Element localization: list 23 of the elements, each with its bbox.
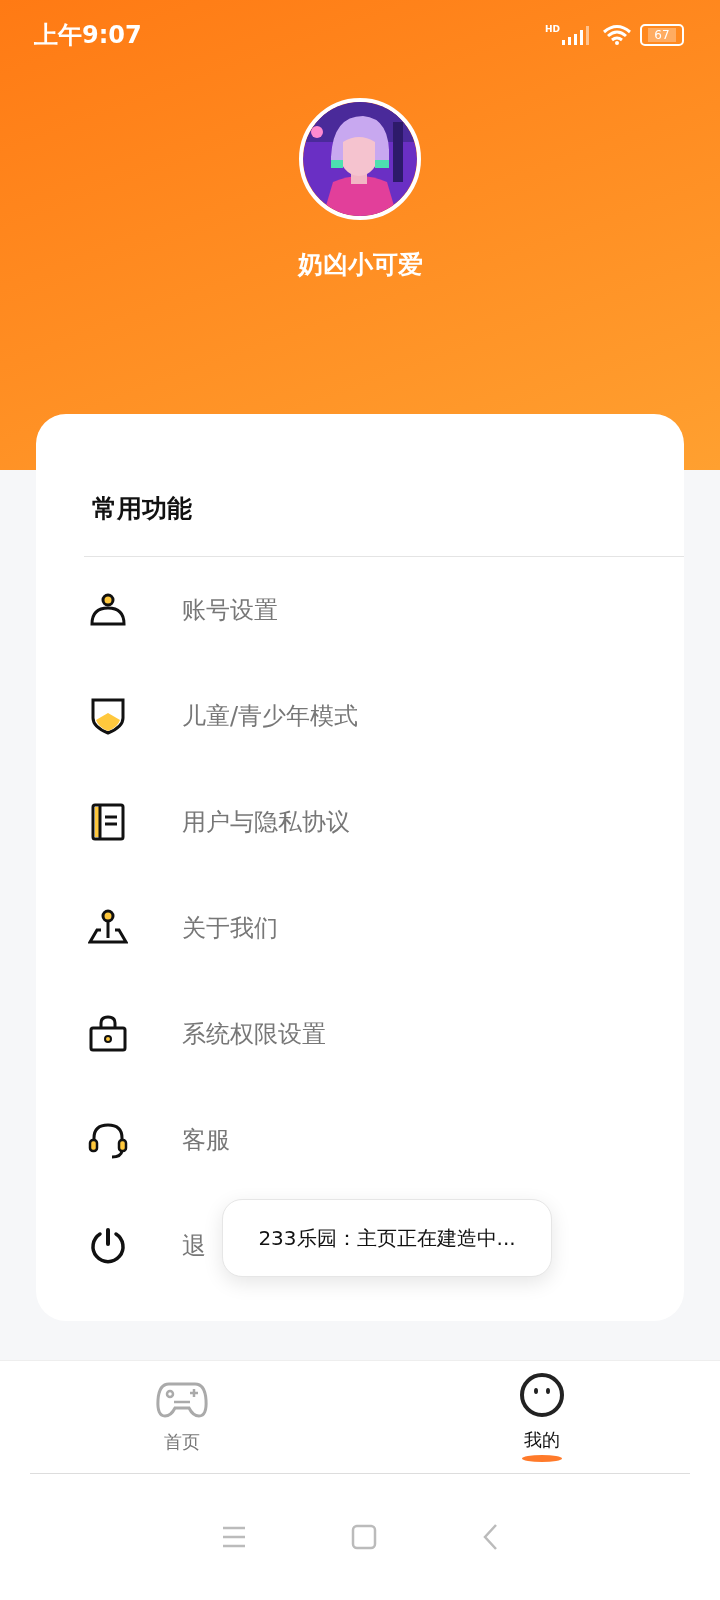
toast-message: 233乐园：主页正在建造中... [222,1199,552,1277]
nav-tab[interactable]: 首页 [135,1379,229,1455]
power-icon [88,1226,128,1266]
section-title: 常用功能 [91,493,193,525]
wifi-icon [602,24,632,46]
status-time: 上午9:07 [34,20,142,51]
menu-item[interactable]: 客服 [88,1087,230,1193]
lock-icon [88,1014,128,1054]
menu-item[interactable]: 关于我们 [88,875,278,981]
battery-icon: 67 [640,24,684,46]
back-icon[interactable] [481,1523,498,1551]
menu-item[interactable]: 系统权限设置 [88,981,326,1087]
network-type: HD [545,24,560,34]
nav-tab[interactable]: 我的 [499,1372,585,1462]
home-icon[interactable] [351,1524,377,1550]
username: 奶凶小可爱 [297,249,423,281]
menu-item[interactable]: 退 [88,1193,206,1299]
menu-item[interactable]: 用户与隐私协议 [88,769,350,875]
menu-item[interactable]: 账号设置 [88,557,278,663]
menu-icon[interactable] [222,1526,247,1548]
face-icon [519,1372,565,1418]
menu-item[interactable]: 儿童/青少年模式 [88,663,359,769]
tab-indicator [522,1455,562,1462]
